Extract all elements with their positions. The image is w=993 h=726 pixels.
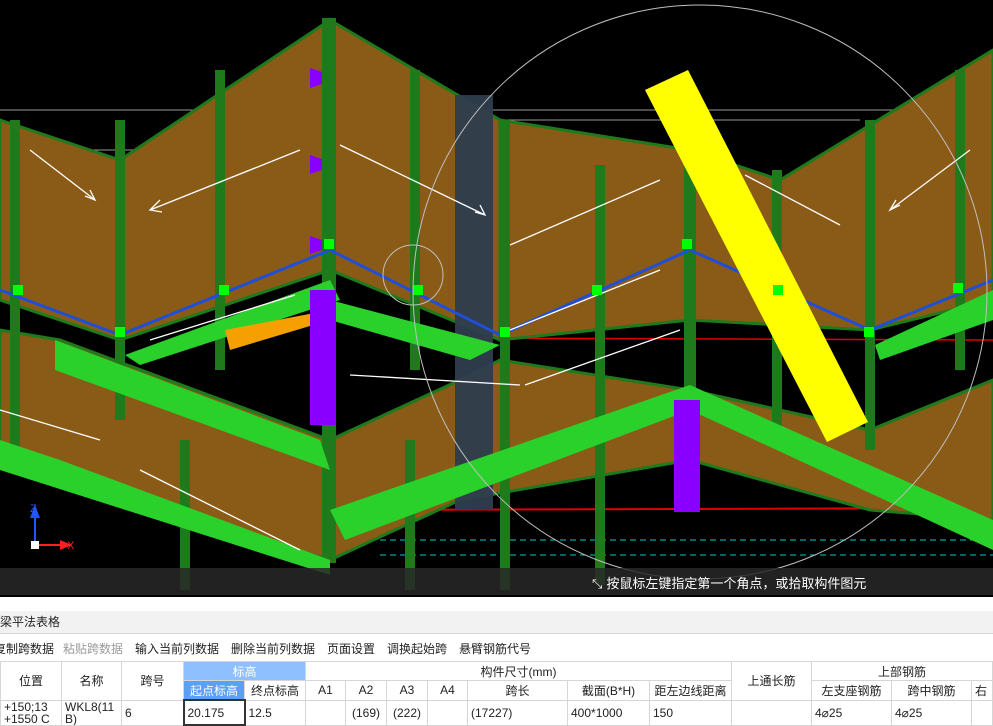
header-mid-span[interactable]: 跨中钢筋 <box>891 680 972 701</box>
header-end-elev[interactable]: 终点标高 <box>244 680 306 701</box>
cad-3d-viewport[interactable]: Z X ⤡ 按鼠标左键指定第一个角点，或拾取构件图元 <box>0 0 993 597</box>
header-position[interactable]: 位置 <box>0 661 62 701</box>
cell-name[interactable]: WKL8(11 B) <box>61 699 122 726</box>
header-size[interactable]: 构件尺寸(mm) <box>305 661 732 681</box>
cell-top-through[interactable] <box>731 699 812 726</box>
cell-start-elev[interactable]: 20.175 <box>182 699 246 726</box>
header-right-cut[interactable]: 右 <box>971 680 993 701</box>
input-column-button[interactable]: 输入当前列数据 <box>135 640 219 657</box>
header-start-elev[interactable]: 起点标高 <box>183 680 245 701</box>
paste-span-button[interactable]: 粘贴跨数据 <box>63 640 123 657</box>
header-a3[interactable]: A3 <box>386 680 428 701</box>
status-hint: ⤡ 按鼠标左键指定第一个角点，或拾取构件图元 <box>592 576 867 591</box>
cell-position[interactable]: +150;13 +1550 C <box>0 699 62 726</box>
header-elevation[interactable]: 标高 <box>183 661 306 681</box>
header-a2[interactable]: A2 <box>345 680 387 701</box>
header-name[interactable]: 名称 <box>61 661 122 701</box>
beam-table: 位置 名称 跨号 标高 构件尺寸(mm) 上通长筋 上部钢筋 起点标高 终点标高… <box>0 661 993 726</box>
cell-end-elev[interactable]: 12.5 <box>244 699 306 726</box>
cursor-icon: ⤡ <box>592 576 603 591</box>
header-a4[interactable]: A4 <box>427 680 468 701</box>
panel-toolbar: 复制跨数据 粘贴跨数据 输入当前列数据 删除当前列数据 页面设置 调换起始跨 悬… <box>0 635 993 660</box>
header-section[interactable]: 截面(B*H) <box>567 680 650 701</box>
header-span-length[interactable]: 跨长 <box>467 680 568 701</box>
panel-title: 梁平法表格 <box>0 611 993 634</box>
header-left-support[interactable]: 左支座钢筋 <box>811 680 892 701</box>
cell-a4[interactable] <box>427 699 468 726</box>
wall-left-upper <box>0 17 332 342</box>
cantilever-code-button[interactable]: 悬臂钢筋代号 <box>459 640 531 657</box>
svg-text:X: X <box>67 540 75 552</box>
copy-span-button[interactable]: 复制跨数据 <box>0 640 54 657</box>
header-upper-rebar[interactable]: 上部钢筋 <box>811 661 993 681</box>
swap-start-span-button[interactable]: 调换起始跨 <box>387 640 447 657</box>
header-a1[interactable]: A1 <box>305 680 346 701</box>
cell-a3[interactable]: (222) <box>386 699 428 726</box>
cell-section[interactable]: 400*1000 <box>567 699 650 726</box>
svg-text:Z: Z <box>30 503 37 515</box>
cell-edge-dist[interactable]: 150 <box>649 699 732 726</box>
cell-left-support[interactable]: 4⌀25 <box>811 699 892 726</box>
cell-a2[interactable]: (169) <box>345 699 387 726</box>
page-setup-button[interactable]: 页面设置 <box>327 640 375 657</box>
cell-right-cut[interactable] <box>971 699 993 726</box>
cell-span[interactable]: 6 <box>121 699 184 726</box>
header-top-through[interactable]: 上通长筋 <box>731 661 812 701</box>
header-edge-dist[interactable]: 距左边线距离 <box>649 680 732 701</box>
axis-indicator: Z X <box>30 503 75 552</box>
cell-span-length[interactable]: (17227) <box>467 699 568 726</box>
cell-mid-span[interactable]: 4⌀25 <box>891 699 972 726</box>
cell-a1[interactable] <box>305 699 346 726</box>
header-span[interactable]: 跨号 <box>121 661 184 701</box>
model-drawing[interactable]: Z X <box>0 0 993 597</box>
delete-column-button[interactable]: 删除当前列数据 <box>231 640 315 657</box>
